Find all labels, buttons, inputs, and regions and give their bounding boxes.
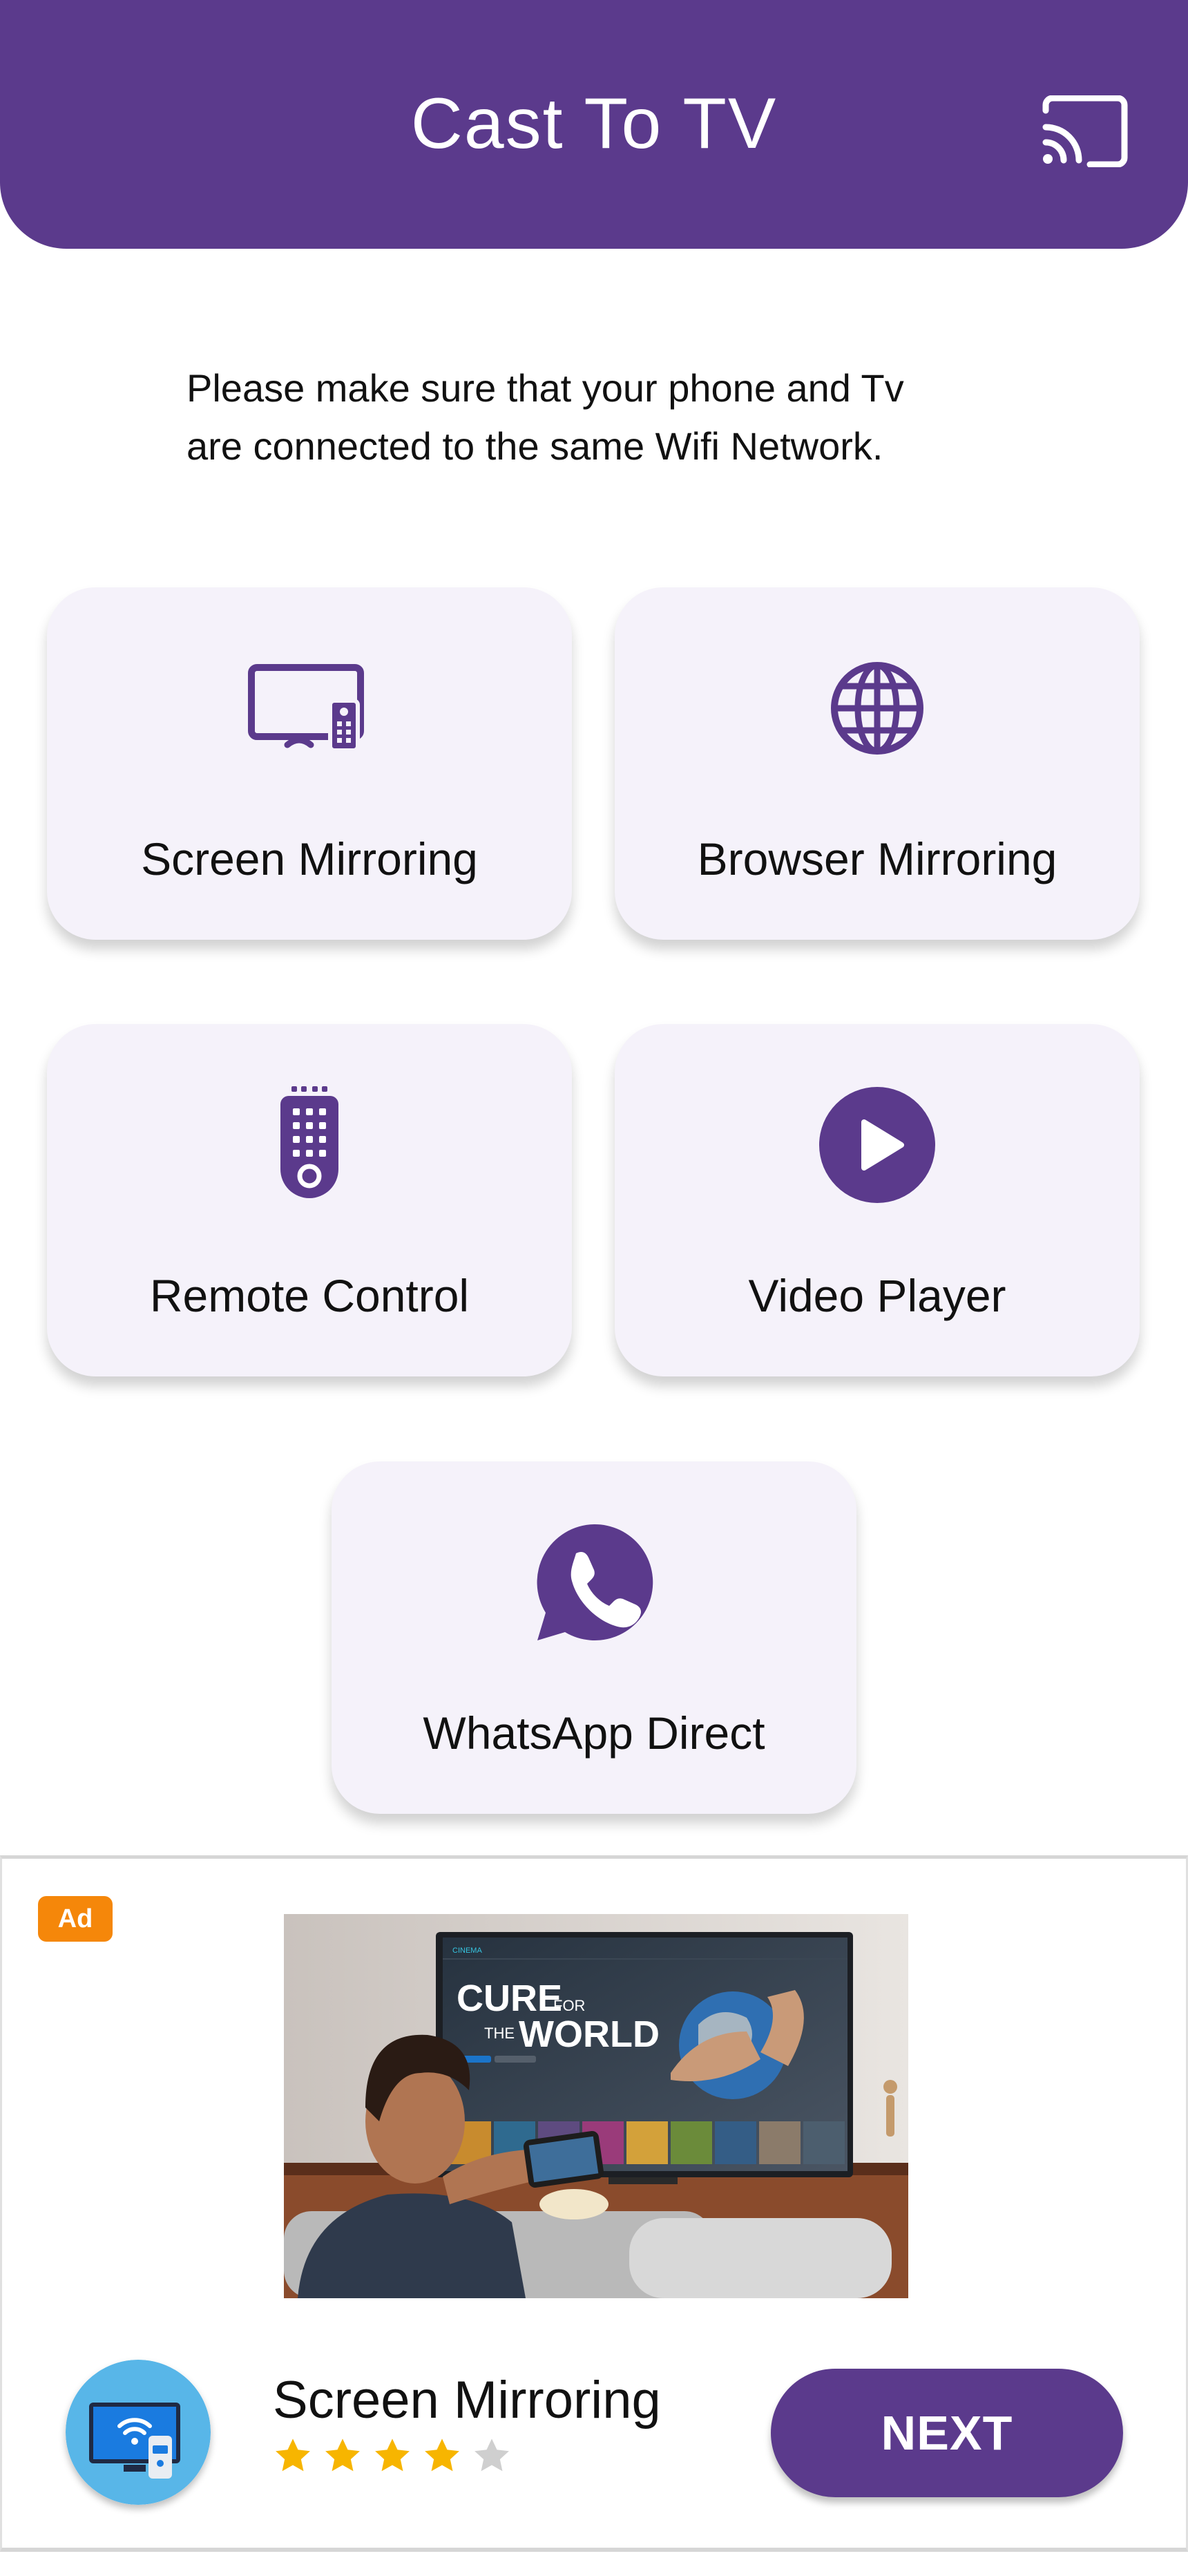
ad-image-brand: CINEMA (452, 1947, 482, 1955)
ad-app-icon[interactable] (66, 2360, 211, 2505)
wifi-notice-line-1: Please make sure that your phone and Tv (186, 366, 904, 410)
star-filled-icon (425, 2438, 459, 2472)
page-title: Cast To TV (410, 84, 778, 164)
ad-badge: Ad (38, 1896, 113, 1942)
ad-image-title-the: THE (484, 2025, 515, 2042)
cast-button[interactable] (1036, 90, 1133, 173)
star-empty-icon (475, 2438, 509, 2472)
ad-image-title-for: FOR (553, 1997, 585, 2014)
tv-remote-icon (248, 664, 364, 752)
whatsapp-icon (537, 1524, 653, 1640)
cast-icon (1042, 95, 1128, 167)
video-player-card[interactable]: Video Player (615, 1024, 1140, 1376)
ad-app-name: Screen Mirroring (273, 2371, 661, 2430)
screen-mirroring-card[interactable]: Screen Mirroring (47, 587, 572, 940)
ad-image-title-line2: WORLD (519, 2014, 660, 2055)
video-player-label: Video Player (748, 1270, 1006, 1321)
whatsapp-direct-card[interactable]: WhatsApp Direct (332, 1461, 856, 1814)
globe-icon (831, 662, 923, 755)
star-filled-icon (325, 2438, 360, 2472)
app-header: Cast To TV (0, 0, 1188, 249)
screen-mirroring-app-icon (66, 2360, 211, 2505)
ad-image-title-line1: CURE (457, 1978, 562, 2019)
browser-mirroring-card[interactable]: Browser Mirroring (615, 587, 1140, 940)
remote-control-card[interactable]: Remote Control (47, 1024, 572, 1376)
wifi-notice-line-2: are connected to the same Wifi Network. (186, 424, 883, 468)
remote-control-icon (280, 1086, 338, 1198)
play-icon (819, 1087, 935, 1203)
ad-banner: Ad CINEMA CURE FOR THE WORLD Screen Mirr… (0, 1855, 1188, 2552)
browser-mirroring-label: Browser Mirroring (697, 833, 1057, 884)
whatsapp-direct-label: WhatsApp Direct (423, 1707, 765, 1759)
wifi-notice: Please make sure that your phone and Tv … (186, 359, 1002, 475)
star-filled-icon (276, 2438, 310, 2472)
cast-to-tv-screen: Cast To TV Please make sure that your ph… (0, 0, 1188, 2576)
ad-tv-photo: CINEMA CURE FOR THE WORLD (284, 1914, 908, 2298)
ad-image[interactable]: CINEMA CURE FOR THE WORLD (284, 1914, 908, 2298)
remote-control-label: Remote Control (149, 1270, 470, 1321)
next-button[interactable]: NEXT (771, 2369, 1123, 2497)
screen-mirroring-label: Screen Mirroring (141, 833, 478, 884)
ad-rating (273, 2436, 512, 2476)
star-filled-icon (375, 2438, 410, 2472)
